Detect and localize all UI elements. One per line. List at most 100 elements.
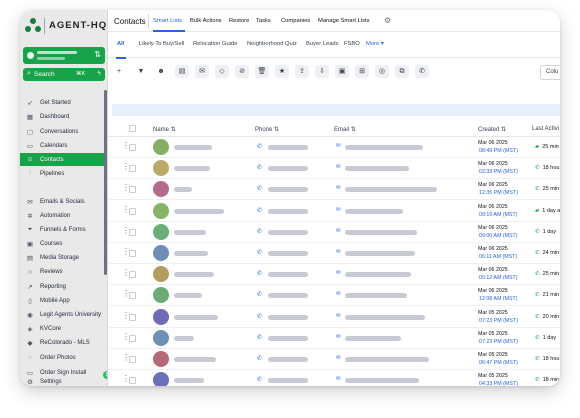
smart-list-tab-fsbo[interactable]: FSBO xyxy=(344,41,360,47)
table-row[interactable]: ⋮ ✆ ✉ Mar 06 2025 05:12 AM (MST) ✆ 25 min xyxy=(108,264,560,286)
sidebar-item-recolorado-mls[interactable]: ◆ ReColorado - MLS xyxy=(20,336,105,349)
row-checkbox[interactable] xyxy=(129,186,136,194)
sidebar-item-get-started[interactable]: ➶ Get Started xyxy=(20,96,105,109)
table-row[interactable]: ⋮ ✆ ✉ Mar 06 2025 02:33 PM (MST) ✆ 18 hou xyxy=(108,158,560,180)
smart-list-tab-neighborhood-quiz[interactable]: Neighborhood Quiz xyxy=(247,41,297,47)
mail-icon[interactable]: ✉ xyxy=(336,355,341,361)
mail-icon[interactable]: ✉ xyxy=(336,143,341,149)
phone-icon[interactable]: ✆ xyxy=(257,291,262,298)
row-checkbox[interactable] xyxy=(129,207,136,215)
table-row[interactable]: ⋮ ✆ ✉ Mar 05 2025 04:33 PM (MST) ✆ 18 min xyxy=(108,370,560,386)
created-column-header[interactable]: Created ⇅ xyxy=(478,126,506,133)
contact-name[interactable] xyxy=(174,272,214,278)
contact-name[interactable] xyxy=(174,378,204,384)
table-row[interactable]: ⋮ ✆ ✉ Mar 05 2025 07:23 PM (MST) ✆ 1 day xyxy=(108,328,560,349)
name-column-header[interactable]: Name ⇅ xyxy=(153,126,176,133)
tag-remove-icon[interactable]: ⊘ xyxy=(235,65,249,78)
phone-icon[interactable]: ✆ xyxy=(257,270,262,277)
phone-column-header[interactable]: Phone ⇅ xyxy=(255,126,279,133)
import-icon[interactable]: ⇩ xyxy=(315,65,329,78)
email-column-header[interactable]: Email ⇅ xyxy=(334,126,356,133)
smart-list-tab-buyer-leads[interactable]: Buyer Leads xyxy=(306,41,339,47)
phone-icon[interactable]: ✆ xyxy=(257,334,262,341)
tag-add-icon[interactable]: ◇ xyxy=(215,65,229,78)
call-icon[interactable]: ✆ xyxy=(415,65,429,78)
row-checkbox[interactable] xyxy=(129,313,136,321)
copy-icon[interactable]: ⧉ xyxy=(395,65,409,78)
contact-name[interactable] xyxy=(174,229,206,235)
sidebar-item-settings[interactable]: ⚙ Settings xyxy=(20,375,105,386)
row-checkbox[interactable] xyxy=(129,334,136,342)
tab-tasks[interactable]: Tasks xyxy=(256,18,271,24)
sms-icon[interactable]: ▤ xyxy=(175,65,189,78)
sidebar-search[interactable]: ⌕ Search ⌘K ϟ xyxy=(23,68,105,81)
mail-icon[interactable]: ✉ xyxy=(336,185,341,191)
row-checkbox[interactable] xyxy=(129,377,136,385)
row-checkbox[interactable] xyxy=(129,271,136,279)
sidebar-item-funnels-forms[interactable]: ⏷ Funnels & Forms xyxy=(20,223,105,236)
contact-name[interactable] xyxy=(174,314,218,320)
sidebar-item-conversations[interactable]: ▢ Conversations xyxy=(20,125,105,138)
mail-icon[interactable]: ✉ xyxy=(336,249,341,255)
smart-list-tab-all[interactable]: All xyxy=(117,41,124,47)
contact-name[interactable] xyxy=(174,145,212,150)
contact-name[interactable] xyxy=(174,187,192,193)
sidebar-item-mobile-app[interactable]: ▯ Mobile App xyxy=(20,294,105,307)
sidebar-item-legit-agents-university[interactable]: ◉ Legit Agents University xyxy=(20,308,105,321)
email-icon[interactable]: ✉ xyxy=(195,65,209,78)
sidebar-item-dashboard[interactable]: ▦ Dashboard xyxy=(20,110,105,123)
star-icon[interactable]: ★ xyxy=(275,65,289,78)
smart-list-tab-likely-to-buy-sell[interactable]: Likely To Buy/Sell xyxy=(139,41,184,47)
sidebar-item-reporting[interactable]: ↗ Reporting xyxy=(20,280,105,293)
gear-icon[interactable]: ⚙ xyxy=(384,16,391,25)
row-checkbox[interactable] xyxy=(129,228,136,236)
sidebar-item-calendars[interactable]: ▭ Calendars xyxy=(20,139,105,152)
mail-icon[interactable]: ✉ xyxy=(336,334,341,340)
table-row[interactable]: ⋮ ✆ ✉ Mar 06 2025 12:08 AM (MST) ✆ 21 min xyxy=(108,285,560,307)
row-checkbox[interactable] xyxy=(129,165,136,173)
phone-icon[interactable]: ✆ xyxy=(257,313,262,320)
filter-icon[interactable]: ▼ xyxy=(134,65,148,78)
table-row[interactable]: ⋮ ✆ ✉ Mar 05 2025 07:23 PM (MST) ✆ 20 min xyxy=(108,307,560,328)
sidebar-item-emails-socials[interactable]: ✉ Emails & Socials xyxy=(20,195,105,208)
whatsapp-icon[interactable]: ◎ xyxy=(375,65,389,78)
contact-name[interactable] xyxy=(174,166,210,172)
mail-icon[interactable]: ✉ xyxy=(336,291,341,297)
more-tabs-button[interactable]: More ▾ xyxy=(366,41,384,47)
sidebar-item-automation[interactable]: ✲ Automation xyxy=(20,209,105,222)
sidebar-item-kvcore[interactable]: ◈ KVCore xyxy=(20,322,105,335)
table-row[interactable]: ⋮ ✆ ✉ Mar 06 2025 08:49 PM (MST) ▰ 25 min xyxy=(108,137,560,158)
lightning-icon[interactable]: ϟ xyxy=(98,70,101,77)
table-row[interactable]: ⋮ ✆ ✉ Mar 06 2025 12:35 PM (MST) ✆ 25 min xyxy=(108,179,560,201)
row-checkbox[interactable] xyxy=(129,144,136,151)
sidebar-item-contacts[interactable]: ☺ Contacts xyxy=(20,153,105,166)
contact-name[interactable] xyxy=(174,208,224,214)
table-row[interactable]: ⋮ ✆ ✉ Mar 06 2025 09:00 AM (MST) ✆ 1 day xyxy=(108,222,560,243)
robot-icon[interactable]: ☻ xyxy=(154,65,168,78)
sidebar-scrollbar[interactable] xyxy=(104,90,107,275)
row-checkbox[interactable] xyxy=(129,356,136,363)
tab-restore[interactable]: Restore xyxy=(229,18,249,24)
columns-button[interactable]: Colu xyxy=(540,65,560,80)
phone-icon[interactable]: ✆ xyxy=(257,376,262,383)
phone-icon[interactable]: ✆ xyxy=(257,207,262,214)
phone-icon[interactable]: ✆ xyxy=(257,228,262,235)
export-icon[interactable]: ⇪ xyxy=(295,65,309,78)
table-row[interactable]: ⋮ ✆ ✉ Mar 06 2025 06:11 AM (MST) ✆ 24 min xyxy=(108,243,560,264)
phone-icon[interactable]: ✆ xyxy=(257,143,262,150)
phone-icon[interactable]: ✆ xyxy=(257,355,262,362)
sidebar-item-media-storage[interactable]: ▤ Media Storage xyxy=(20,251,105,264)
mail-icon[interactable]: ✉ xyxy=(336,270,341,276)
tab-manage-smart-lists[interactable]: Manage Smart Lists xyxy=(318,18,370,24)
phone-icon[interactable]: ✆ xyxy=(257,164,262,171)
mail-icon[interactable]: ✉ xyxy=(336,376,341,382)
contact-name[interactable] xyxy=(174,293,202,299)
account-switcher[interactable]: ⇅ xyxy=(23,47,105,64)
mail-icon[interactable]: ✉ xyxy=(336,164,341,170)
tab-bulk-actions[interactable]: Bulk Actions xyxy=(190,18,222,24)
mail-icon[interactable]: ✉ xyxy=(336,228,341,234)
phone-icon[interactable]: ✆ xyxy=(257,185,262,192)
sidebar-item-reviews[interactable]: ☆ Reviews xyxy=(20,265,105,278)
tab-smart-lists[interactable]: Smart Lists xyxy=(153,18,182,24)
contact-name[interactable] xyxy=(174,251,208,256)
